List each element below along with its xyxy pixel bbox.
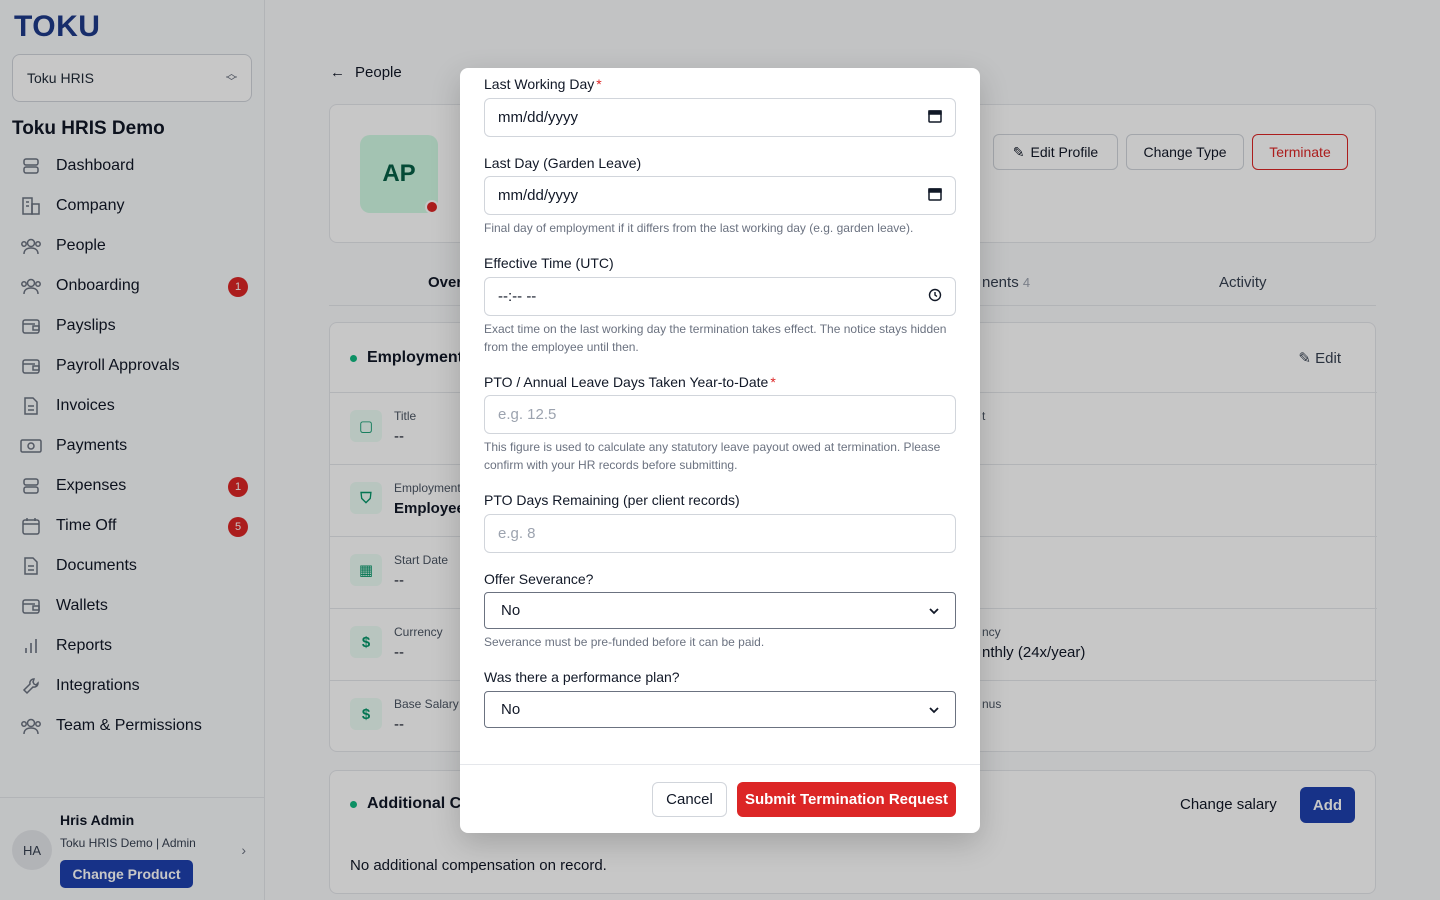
time-value: --:-- --	[498, 288, 537, 305]
pto-taken-label: PTO / Annual Leave Days Taken Year-to-Da…	[484, 374, 776, 390]
field-label-text: PTO / Annual Leave Days Taken Year-to-Da…	[484, 374, 769, 390]
pto-taken-input[interactable]: e.g. 12.5	[484, 395, 956, 434]
date-value: mm/dd/yyyy	[498, 109, 579, 126]
effective-time-input[interactable]: --:-- --	[484, 277, 956, 316]
submit-termination-button[interactable]: Submit Termination Request	[737, 782, 956, 817]
placeholder-text: e.g. 8	[498, 525, 536, 542]
help-text: Severance must be pre-funded before it c…	[484, 635, 765, 649]
help-text: Final day of employment if it differs fr…	[484, 221, 914, 235]
help-text: This figure is used to calculate any sta…	[484, 440, 941, 472]
help-text: Exact time on the last working day the t…	[484, 322, 947, 354]
severance-select[interactable]: No	[484, 592, 956, 629]
field-label-text: Last Working Day	[484, 76, 595, 92]
select-value: No	[501, 701, 521, 718]
last-working-day-input[interactable]: mm/dd/yyyy	[484, 98, 956, 137]
chevron-down-icon	[929, 602, 939, 619]
calendar-icon[interactable]	[928, 109, 942, 127]
required-marker: *	[770, 374, 776, 390]
required-marker: *	[596, 76, 602, 92]
termination-modal: Last Working Day * mm/dd/yyyy Last Day (G…	[460, 68, 980, 833]
chevron-down-icon	[929, 701, 939, 718]
date-value: mm/dd/yyyy	[498, 187, 579, 204]
select-value: No	[501, 602, 521, 619]
placeholder-text: e.g. 12.5	[498, 406, 557, 423]
calendar-icon[interactable]	[928, 187, 942, 205]
effective-time-label: Effective Time (UTC)	[484, 255, 614, 271]
modal-footer: Cancel Submit Termination Request	[460, 764, 980, 833]
performance-plan-label: Was there a performance plan?	[484, 669, 680, 685]
performance-plan-select[interactable]: No	[484, 691, 956, 728]
last-day-garden-label: Last Day (Garden Leave)	[484, 155, 642, 171]
cancel-button[interactable]: Cancel	[652, 782, 727, 817]
pto-remaining-label: PTO Days Remaining (per client records)	[484, 492, 740, 508]
severance-label: Offer Severance?	[484, 571, 594, 587]
last-working-day-label: Last Working Day *	[484, 76, 602, 92]
clock-icon[interactable]	[928, 288, 942, 306]
last-day-garden-input[interactable]: mm/dd/yyyy	[484, 176, 956, 215]
pto-remaining-input[interactable]: e.g. 8	[484, 514, 956, 553]
